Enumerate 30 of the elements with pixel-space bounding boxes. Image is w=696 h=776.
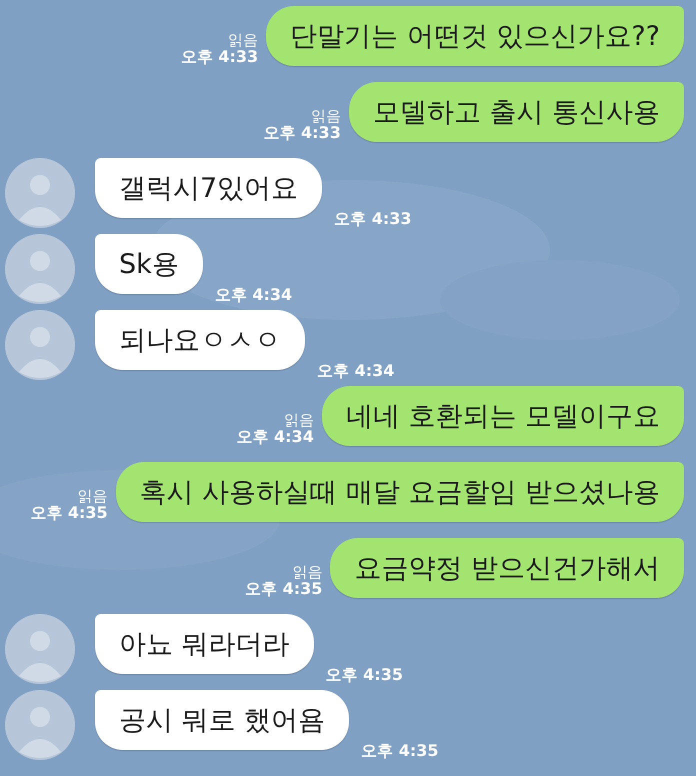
read-receipt: 읽음 [284, 412, 314, 428]
read-receipt: 읽음 [228, 32, 258, 48]
message-time: 오후 4:34 [236, 428, 314, 446]
avatar-icon [5, 614, 75, 684]
message-time: 오후 4:33 [334, 210, 412, 228]
message-time: 오후 4:35 [30, 504, 108, 522]
message-bubble: 되나요ㅇㅅㅇ [95, 310, 305, 370]
message-time: 오후 4:35 [326, 666, 403, 684]
message-bubble: 공시 뭐로 했어욤 [95, 690, 350, 750]
message-time: 오후 4:34 [317, 362, 394, 380]
message-bubble: Sk용 [95, 234, 203, 294]
message-bubble: 요금약정 받으신건가해서 [330, 538, 684, 598]
message-time: 오후 4:33 [263, 124, 341, 142]
message-bubble: 네네 호환되는 모델이구요 [322, 386, 684, 446]
message-time: 오후 4:35 [361, 742, 439, 760]
message-bubble: 단말기는 어떤것 있으신가요?? [266, 6, 684, 66]
message-time: 오후 4:34 [214, 286, 292, 304]
avatar-icon [5, 310, 75, 380]
avatar-icon [5, 690, 75, 760]
read-receipt: 읽음 [78, 488, 108, 504]
message-bubble: 갤럭시7있어요 [95, 158, 322, 218]
read-receipt: 읽음 [310, 108, 341, 124]
message-time: 오후 4:35 [245, 580, 322, 598]
avatar-icon [5, 234, 75, 304]
message-bubble: 모델하고 출시 통신사용 [348, 82, 684, 142]
message-bubble: 혹시 사용하실때 매달 요금할임 받으셨나용 [116, 462, 684, 522]
read-receipt: 읽음 [292, 564, 322, 580]
message-bubble: 아뇨 뭐라더라 [95, 614, 314, 674]
message-time: 오후 4:33 [180, 48, 258, 66]
avatar-icon [5, 158, 75, 228]
